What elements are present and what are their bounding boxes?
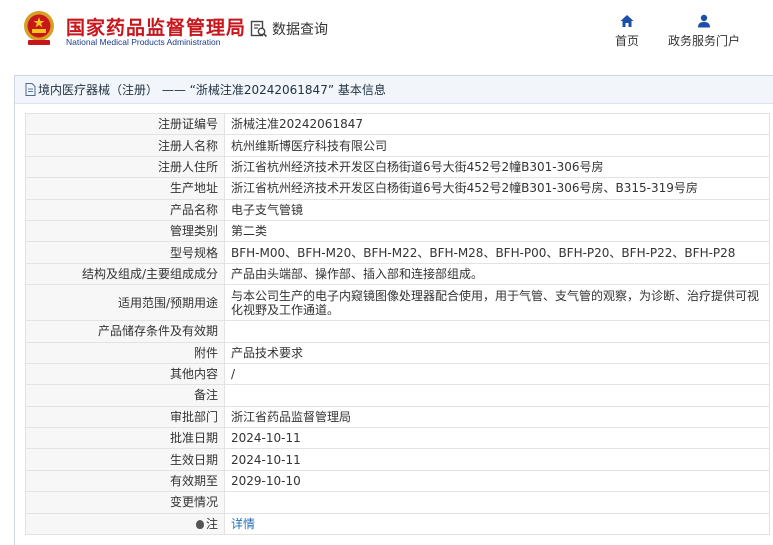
field-value: 第二类: [224, 219, 770, 243]
data-query-label: 数据查询: [272, 22, 328, 38]
field-label: 有效期至: [25, 469, 225, 493]
field-value: BFH-M00、BFH-M20、BFH-M22、BFH-M28、BFH-P00、…: [224, 241, 770, 264]
table-row: 产品名称 电子支气管镜: [25, 198, 770, 221]
field-value: 浙江省药品监督管理局: [224, 405, 770, 429]
nav-home-label: 首页: [614, 34, 639, 48]
field-value: 浙械注准20242061847: [224, 112, 770, 136]
table-row: 审批部门 浙江省药品监督管理局: [25, 405, 770, 429]
field-value: 2024-10-11: [224, 448, 770, 471]
breadcrumb-text: 境内医疗器械（注册） —— “浙械注准20242061847” 基本信息: [38, 83, 386, 97]
user-icon: [698, 14, 710, 28]
field-value: /: [224, 362, 770, 386]
table-row: 批准日期 2024-10-11: [25, 427, 770, 450]
table-row: 结构及组成/主要组成成分 产品由头端部、操作部、插入部和连接部组成。: [25, 262, 770, 286]
table-row: 其他内容 /: [25, 362, 770, 386]
table-row: 生效日期 2024-10-11: [25, 448, 770, 471]
national-emblem-icon: [24, 11, 54, 45]
field-value: 2029-10-10: [224, 469, 770, 493]
field-label: 批准日期: [25, 427, 225, 450]
field-label: 注册人名称: [25, 134, 225, 157]
field-label: 其他内容: [25, 362, 225, 386]
field-value: [224, 491, 770, 514]
nav-service-portal[interactable]: 政务服务门户: [665, 14, 743, 49]
field-label: 附件: [25, 341, 225, 364]
field-value: 电子支气管镜: [224, 198, 770, 221]
registration-info-table: 注册证编号 浙械注准20242061847 注册人名称 杭州维斯博医疗科技有限公司 …: [25, 112, 770, 536]
note-label: 注: [205, 516, 218, 531]
nav-service-label: 政务服务门户: [667, 34, 740, 48]
table-row: 型号规格 BFH-M00、BFH-M20、BFH-M22、BFH-M28、BFH-…: [25, 241, 770, 264]
field-value: 详情: [224, 512, 770, 536]
table-row: 注册人名称 杭州维斯博医疗科技有限公司: [25, 134, 770, 157]
field-value: 与本公司生产的电子内窥镜图像处理器配合使用，用于气管、支气管的观察，为诊断、治疗…: [224, 284, 770, 322]
field-label: 管理类别: [25, 219, 225, 243]
nav-home[interactable]: 首页: [612, 14, 642, 49]
table-row: 备注: [25, 384, 770, 407]
breadcrumb: 境内医疗器械（注册） —— “浙械注准20242061847” 基本信息: [15, 76, 773, 104]
site-header: 国家药品监督管理局 National Medical Products Admi…: [0, 0, 773, 66]
home-icon: [620, 15, 634, 27]
field-label: 注册证编号: [25, 112, 225, 136]
table-row: 产品储存条件及有效期: [25, 320, 770, 343]
field-value: [224, 384, 770, 407]
search-document-icon: [250, 20, 268, 38]
table-row: 管理类别 第二类: [25, 219, 770, 243]
table-row: 注册证编号 浙械注准20242061847: [25, 112, 770, 136]
table-row: 附件 产品技术要求: [25, 341, 770, 364]
field-label: 审批部门: [25, 405, 225, 429]
field-value: [224, 320, 770, 343]
field-value: 杭州维斯博医疗科技有限公司: [224, 134, 770, 157]
logo-subtitle: National Medical Products Administration: [66, 37, 221, 47]
field-value: 产品由头端部、操作部、插入部和连接部组成。: [224, 262, 770, 286]
table-row: 有效期至 2029-10-10: [25, 469, 770, 493]
field-label: 适用范围/预期用途: [25, 284, 225, 322]
field-label: 变更情况: [25, 491, 225, 514]
field-label: 备注: [25, 384, 225, 407]
field-label: 注册人住所: [25, 155, 225, 179]
field-label: 注: [25, 512, 225, 536]
field-value: 2024-10-11: [224, 427, 770, 450]
field-label: 生产地址: [25, 177, 225, 200]
table-row: 变更情况: [25, 491, 770, 514]
field-value: 产品技术要求: [224, 341, 770, 364]
field-label: 产品名称: [25, 198, 225, 221]
field-label: 生效日期: [25, 448, 225, 471]
table-row: 注册人住所 浙江省杭州经济技术开发区白杨街道6号大街452号2幢B301-306号…: [25, 155, 770, 179]
data-query-link[interactable]: 数据查询: [250, 19, 328, 39]
table-row: 注 详情: [25, 512, 770, 536]
logo-title: 国家药品监督管理局: [66, 17, 247, 39]
details-link[interactable]: 详情: [231, 517, 255, 531]
table-row: 适用范围/预期用途 与本公司生产的电子内窥镜图像处理器配合使用，用于气管、支气管的…: [25, 284, 770, 322]
document-icon: [25, 83, 36, 96]
note-pin-icon: [195, 519, 204, 529]
detail-panel: 境内医疗器械（注册） —— “浙械注准20242061847” 基本信息 注册证…: [14, 75, 773, 545]
field-value: 浙江省杭州经济技术开发区白杨街道6号大街452号2幢B301-306号房: [224, 155, 770, 179]
field-label: 结构及组成/主要组成成分: [25, 262, 225, 286]
field-label: 型号规格: [25, 241, 225, 264]
table-row: 生产地址 浙江省杭州经济技术开发区白杨街道6号大街452号2幢B301-306号房…: [25, 177, 770, 200]
field-label: 产品储存条件及有效期: [25, 320, 225, 343]
field-value: 浙江省杭州经济技术开发区白杨街道6号大街452号2幢B301-306号房、B31…: [224, 177, 770, 200]
